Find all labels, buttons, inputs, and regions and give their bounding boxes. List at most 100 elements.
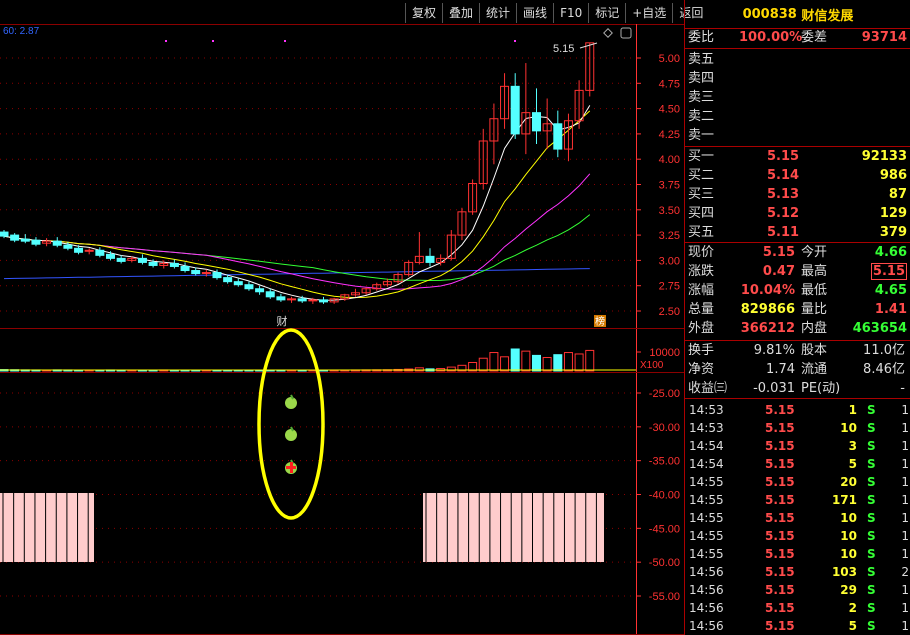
tick-time: 14:54	[689, 439, 724, 453]
candle-body	[425, 255, 435, 263]
sell-label: 卖四	[688, 71, 715, 86]
tick-row: 14:56 5.15 2 S 1	[685, 599, 910, 617]
tick-time: 14:56	[689, 619, 724, 633]
candle-body	[319, 299, 328, 303]
toolbar-btn-1[interactable]: 叠加	[442, 3, 479, 23]
candle-body	[74, 247, 84, 253]
stat2-value: -0.031	[753, 381, 795, 396]
tick-side: S	[867, 601, 876, 615]
tick-side: S	[867, 511, 876, 525]
tick-volume: 171	[831, 493, 857, 507]
sell-row: 卖二	[685, 108, 910, 126]
tick-volume: 103	[831, 565, 857, 579]
candle-body	[0, 231, 9, 237]
tick-price: 5.15	[765, 493, 795, 507]
kline-chart[interactable]: 5.00 4.75 4.50 4.25 4.00 3.75 3.50 3.25 3.00 2.75…	[0, 0, 684, 635]
tick-volume: 10	[840, 547, 857, 561]
apple-icon	[285, 397, 297, 409]
stat-value: 463654	[852, 321, 907, 336]
stat2-row: 换手 9.81% 股本 11.0亿	[685, 342, 910, 360]
volume-tick-label: 10000	[649, 347, 680, 359]
stat2-value: 1.74	[766, 362, 795, 377]
candle-body	[532, 112, 541, 132]
tick-volume: 5	[848, 457, 857, 471]
buy-price: 5.11	[767, 225, 800, 240]
stat-value: 4.65	[874, 283, 907, 298]
tick-row: 14:55 5.15 10 S 1	[685, 545, 910, 563]
stat-label: 最高	[801, 264, 828, 279]
volume-bar	[553, 354, 563, 372]
tick-price: 5.15	[765, 403, 795, 417]
toolbar-btn-3[interactable]: 画线	[516, 3, 553, 23]
tick-side: S	[867, 439, 876, 453]
tick-row: 14:55 5.15 10 S 1	[685, 527, 910, 545]
volume-unit-label: X100	[640, 360, 664, 371]
sell-label: 卖三	[688, 90, 715, 105]
tick-count: 1	[901, 601, 909, 615]
stat-value: 829866	[740, 302, 795, 317]
diamond-icon	[603, 28, 613, 38]
buy-volume: 129	[879, 206, 907, 221]
volume-bar	[574, 353, 584, 372]
candle-body	[148, 261, 158, 266]
sell-label: 卖二	[688, 109, 715, 124]
tick-price: 5.15	[765, 475, 795, 489]
volume-bar	[542, 357, 552, 372]
stock-code: 000838	[742, 6, 797, 22]
price-tick-label: 2.50	[659, 306, 680, 318]
volume-bar	[414, 367, 424, 372]
stat2-value: 9.81%	[753, 343, 795, 358]
stat2-row: 净资 1.74 流通 8.46亿	[685, 361, 910, 379]
price-tick-label: 2.75	[659, 281, 680, 293]
tick-row: 14:56 5.15 5 S 1	[685, 617, 910, 635]
price-tick-label: 4.00	[659, 154, 680, 166]
candle-body	[191, 270, 201, 275]
volume-bar	[500, 356, 510, 372]
stat2-value: -	[900, 381, 905, 396]
tick-time: 14:55	[689, 529, 724, 543]
tick-side: S	[867, 421, 876, 435]
sell-row: 卖四	[685, 70, 910, 88]
tick-row: 14:53 5.15 10 S 1	[685, 419, 910, 437]
volume-bar	[521, 350, 531, 372]
buy-label: 买五	[688, 225, 715, 240]
tick-count: 1	[901, 493, 909, 507]
buy-label: 买一	[688, 149, 715, 164]
toolbar-btn-6[interactable]: +自选	[625, 3, 672, 23]
candle-body	[63, 244, 73, 249]
sell-label: 卖一	[688, 128, 715, 143]
buy-volume: 986	[879, 168, 907, 183]
candle-body	[137, 257, 147, 263]
tick-time: 14:55	[689, 493, 724, 507]
toolbar-btn-4[interactable]: F10	[553, 3, 588, 23]
candle-body	[106, 253, 115, 259]
tick-count: 1	[901, 475, 909, 489]
tick-price: 5.15	[765, 511, 795, 525]
tick-volume: 20	[840, 475, 857, 489]
tick-row: 14:54 5.15 5 S 1	[685, 455, 910, 473]
highlight-ellipse	[257, 328, 325, 520]
candle-body	[276, 296, 286, 301]
tick-count: 1	[901, 439, 909, 453]
ma5-line	[3, 105, 591, 301]
toolbar-btn-0[interactable]: 复权	[405, 3, 442, 23]
tick-volume: 10	[840, 421, 857, 435]
rank-marker: 榜	[595, 315, 605, 328]
price-tick-label: 4.75	[659, 78, 680, 90]
toolbar-btn-5[interactable]: 标记	[588, 3, 625, 23]
volume-bar	[532, 354, 541, 372]
sell-row: 卖一	[685, 127, 910, 145]
tick-count: 1	[901, 583, 909, 597]
stat-value: 4.66	[874, 245, 907, 260]
tick-row: 14:55 5.15 171 S 1	[685, 491, 910, 509]
candle-body	[297, 298, 307, 302]
indicator-tick-label: -50.00	[649, 557, 680, 569]
stat2-value: 8.46亿	[863, 362, 905, 377]
toolbar-btn-2[interactable]: 统计	[479, 3, 516, 23]
stat2-label: 换手	[688, 343, 715, 358]
volume-bar	[563, 352, 573, 372]
candle-body	[223, 277, 233, 283]
high-pointer	[579, 42, 598, 49]
chart-toolbar: 复权 叠加 统计 画线 F10 标记 +自选 返回	[405, 3, 709, 23]
signal-band-right	[423, 493, 604, 562]
